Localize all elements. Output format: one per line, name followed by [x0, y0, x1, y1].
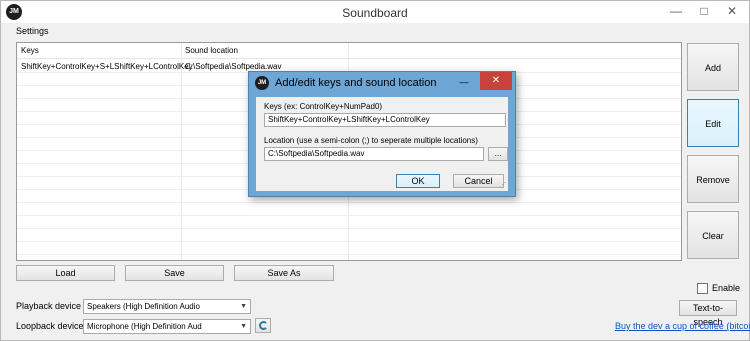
column-sound-location[interactable]: Sound location [185, 46, 238, 55]
column-keys[interactable]: Keys [21, 46, 39, 55]
donate-link[interactable]: Buy the dev a cup of coffee (bitcoin) [615, 321, 750, 331]
row-keys: ShiftKey+ControlKey+S+LShiftKey+LControl… [21, 62, 193, 71]
chevron-down-icon: ▼ [240, 323, 247, 330]
playback-device-value: Speakers (High Definition Audio [87, 302, 200, 311]
table-row [17, 216, 681, 229]
dialog-title: Add/edit keys and sound location [275, 77, 437, 89]
window-title: Soundboard [342, 6, 408, 20]
enable-label: Enable [712, 283, 741, 293]
playback-device-label: Playback device [16, 301, 82, 311]
ok-button[interactable]: OK [396, 174, 440, 188]
add-edit-dialog: JM Add/edit keys and sound location — ✕ … [248, 71, 516, 197]
dialog-body: Keys (ex: ControlKey+NumPad0) ShiftKey+C… [256, 97, 508, 191]
refresh-button[interactable] [255, 318, 271, 333]
loopback-device-value: Microphone (High Definition Aud [87, 322, 202, 331]
keys-label: Keys (ex: ControlKey+NumPad0) [264, 102, 383, 111]
playback-device-select[interactable]: Speakers (High Definition Audio ▼ [83, 299, 251, 314]
location-input[interactable]: C:\Softpedia\Softpedia.wav [264, 147, 484, 161]
close-icon[interactable]: ✕ [717, 1, 747, 21]
remove-button[interactable]: Remove [687, 155, 739, 203]
table-row [17, 229, 681, 242]
dialog-logo-icon: JM [255, 76, 269, 90]
resize-grip-icon[interactable]: ⋰ [499, 181, 506, 189]
refresh-icon [259, 321, 268, 330]
menu-settings[interactable]: Settings [16, 26, 49, 36]
menu-bar: Settings [1, 23, 749, 39]
browse-button[interactable]: ... [488, 147, 508, 161]
minimize-icon[interactable]: — [663, 1, 689, 21]
save-as-button[interactable]: Save As [234, 265, 334, 281]
dialog-minimize-icon[interactable]: — [455, 74, 473, 90]
loopback-device-select[interactable]: Microphone (High Definition Aud ▼ [83, 319, 251, 334]
cancel-button[interactable]: Cancel [453, 174, 504, 188]
title-bar: JM Soundboard — □ ✕ [1, 1, 749, 23]
soundboard-window: JM Soundboard — □ ✕ Settings Keys Sound … [0, 0, 750, 341]
row-location: C:\Softpedia\Softpedia.wav [185, 62, 282, 71]
enable-checkbox[interactable] [697, 283, 708, 294]
table-row [17, 203, 681, 216]
edit-button[interactable]: Edit [687, 99, 739, 147]
keys-input[interactable]: ShiftKey+ControlKey+LShiftKey+LControlKe… [264, 113, 506, 127]
list-header: Keys Sound location [17, 43, 681, 59]
dialog-title-bar[interactable]: JM Add/edit keys and sound location — ✕ [249, 72, 515, 94]
loopback-device-label: Loopback device [16, 321, 84, 331]
add-button[interactable]: Add [687, 43, 739, 91]
text-to-speech-button[interactable]: Text-to-speech [679, 300, 737, 327]
save-button[interactable]: Save [125, 265, 224, 281]
table-row [17, 242, 681, 255]
dialog-close-icon[interactable]: ✕ [480, 72, 512, 90]
clear-button[interactable]: Clear [687, 211, 739, 259]
maximize-icon[interactable]: □ [691, 1, 717, 21]
chevron-down-icon: ▼ [240, 303, 247, 310]
location-label: Location (use a semi-colon (;) to sepera… [264, 136, 478, 145]
load-button[interactable]: Load [16, 265, 115, 281]
